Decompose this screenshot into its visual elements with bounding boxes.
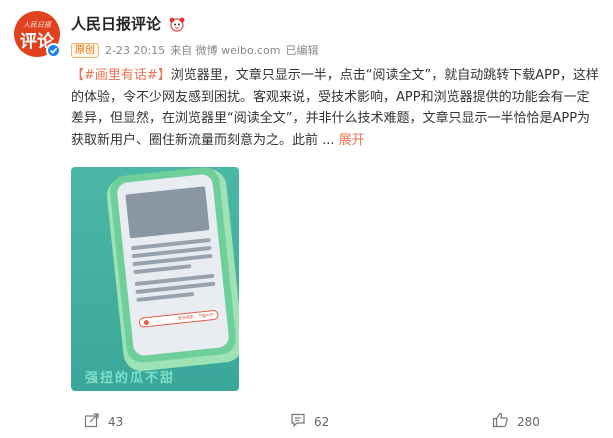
share-icon: [84, 412, 108, 431]
download-app-pill: 更多精彩，下载APP: [138, 309, 219, 328]
edited-label: 已编辑: [285, 44, 319, 57]
screen-text-line: [136, 291, 195, 303]
expand-link[interactable]: 展开: [339, 133, 365, 148]
author-avatar[interactable]: 人民日报 评论: [14, 11, 61, 58]
author-name[interactable]: 人民日报评论: [71, 13, 161, 34]
comment-count: 62: [314, 414, 330, 429]
post-meta: 原创 2-23 20:15 来自 微博 weibo.com 已编辑: [71, 42, 319, 58]
screen-text-line: [133, 264, 192, 275]
thumbs-up-icon: [492, 412, 517, 431]
like-button[interactable]: 280: [492, 412, 540, 431]
like-count: 280: [517, 414, 540, 429]
pill-dot-icon: [143, 319, 150, 325]
screen-image-block: [125, 186, 210, 239]
post-content: 【#画里有话#】浏览器里，文章只显示一半，点击“阅读全文”，就自动跳转下载APP…: [71, 65, 601, 151]
share-button[interactable]: 43: [84, 412, 123, 431]
action-bar: 43 62 280: [0, 406, 613, 434]
phone-screen: 更多精彩，下载APP: [116, 173, 230, 357]
cute-emoji-badge-icon: [168, 16, 186, 32]
pill-text: 更多精彩，下载APP: [177, 312, 214, 321]
original-badge: 原创: [71, 42, 99, 58]
topic-tag-link[interactable]: 【#画里有话#】: [71, 68, 171, 83]
post-source: 来自 微博 weibo.com: [170, 44, 281, 57]
comment-button[interactable]: 62: [290, 412, 329, 431]
post-image[interactable]: 更多精彩，下载APP 强扭的瓜不甜: [71, 167, 239, 391]
share-count: 43: [108, 414, 124, 429]
verified-check-icon: [46, 43, 61, 58]
post-timestamp[interactable]: 2-23 20:15: [105, 44, 165, 57]
comment-icon: [290, 412, 314, 431]
image-caption: 强扭的瓜不甜: [85, 371, 176, 386]
phone-illustration: 更多精彩，下载APP: [108, 167, 238, 365]
